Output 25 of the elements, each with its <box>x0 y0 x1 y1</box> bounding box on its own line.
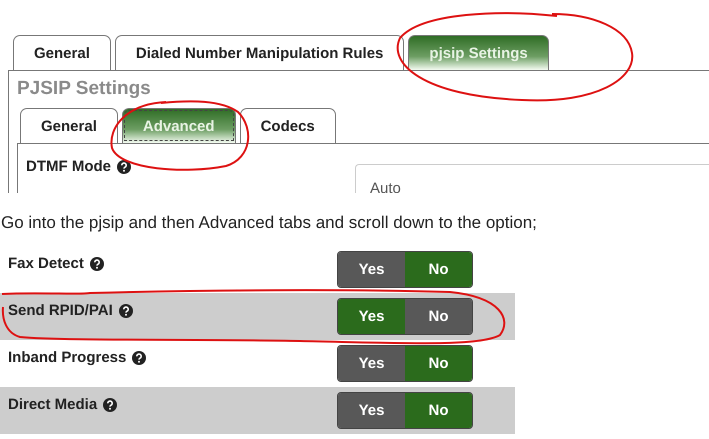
toggle-option[interactable]: No <box>405 299 472 334</box>
help-icon[interactable] <box>90 256 104 270</box>
instruction-text: Go into the pjsip and then Advanced tabs and scroll down to the option; <box>0 212 538 234</box>
tab[interactable]: General <box>20 108 118 143</box>
tab[interactable]: General <box>13 35 111 70</box>
help-icon[interactable] <box>116 160 131 174</box>
toggle-option[interactable]: Yes <box>338 252 405 287</box>
tab[interactable]: Dialed Number Manipulation Rules <box>114 35 404 70</box>
toggle-option[interactable]: Yes <box>338 299 405 334</box>
option-label: Direct Media <box>8 396 98 413</box>
option-label: Fax Detect <box>8 255 84 272</box>
field-label: DTMF Mode <box>26 158 111 175</box>
option-label: Send RPID/PAI <box>8 302 113 319</box>
toggle-option[interactable]: Yes <box>338 393 405 428</box>
help-icon[interactable] <box>103 398 118 412</box>
help-icon[interactable] <box>132 350 146 364</box>
toggle-option[interactable]: No <box>405 252 472 287</box>
section-title: PJSIP Settings <box>17 77 152 101</box>
toggle-option[interactable]: Yes <box>338 346 405 381</box>
dtmf-mode-select[interactable]: Auto <box>355 164 709 193</box>
option-label: Inband Progress <box>8 349 126 366</box>
help-icon[interactable] <box>118 304 133 318</box>
toggle-option[interactable]: No <box>405 346 472 381</box>
toggle-option[interactable]: No <box>405 393 472 428</box>
tab[interactable]: Codecs <box>240 108 336 143</box>
